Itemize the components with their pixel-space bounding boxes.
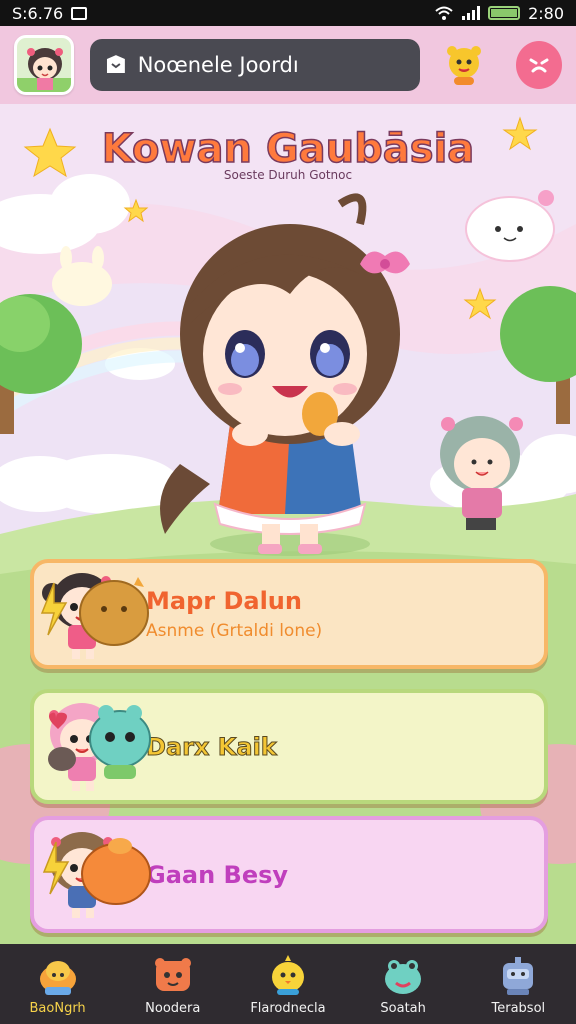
nav-label-home: BaoNgrh [29,1000,86,1016]
nav-item-home[interactable]: BaoNgrh [3,953,113,1016]
wifi-icon [435,6,453,20]
card-decor-1 [40,577,149,646]
nav-label-2: Noodera [145,1000,201,1016]
nav-label-3: Flarodnecla [250,1000,326,1016]
frog-icon [89,710,151,768]
close-icon [529,58,549,73]
card-subtitle-1: Asnme (Grtaldi lone) [146,621,323,641]
nav-item-3[interactable]: Flarodnecla [233,953,343,1016]
bear-icon [154,957,191,991]
mascot-icon [446,46,481,85]
dog-icon [48,747,76,771]
chick-icon [271,954,304,995]
game-title: Kowan Gaubāsia [101,125,475,173]
mascot-button[interactable] [442,43,486,87]
status-bar: S:6.76 2:80 [0,0,576,26]
lightning-icon [42,841,70,895]
search-bar[interactable] [89,39,420,91]
lightning-icon [40,582,68,636]
bottom-nav: BaoNgrh Noodera Flarodnecla Soatah Terab… [0,944,576,1024]
game-scene: Kowan Gaubāsia Soeste Duruh Gotnoc Mapr … [0,104,576,944]
bread-icon [79,580,149,646]
search-input[interactable] [137,53,406,77]
nav-item-5[interactable]: Terabsol [463,953,573,1016]
card-title-1: Mapr Dalun [146,587,302,615]
frog-icon [385,959,422,994]
signal-icon [462,6,481,20]
mode-card-1[interactable]: Mapr Dalun Asnme (Grtaldi lone) [30,559,548,669]
bread-icon [39,960,76,995]
game-subtitle: Soeste Duruh Gotnoc [223,168,353,182]
robot-icon [503,956,534,995]
card-decor-3 [42,838,151,905]
mode-card-3[interactable]: Gaan Besy [30,816,548,933]
status-time-right: 2:80 [528,3,564,23]
close-button[interactable] [515,41,562,89]
card-title-2: Darx Kaik [146,732,278,761]
battery-icon [488,6,521,20]
card-decor-2 [48,705,151,779]
status-time-left: S:6.76 [12,3,64,23]
journal-icon [106,55,125,73]
nav-label-4: Soatah [380,1000,426,1016]
card-title-3: Gaan Besy [146,860,289,889]
nav-item-4[interactable]: Soatah [348,953,458,1016]
nav-label-5: Terabsol [491,1000,546,1016]
photo-icon [71,6,88,20]
heart-icon [49,712,67,729]
profile-avatar[interactable] [14,35,74,95]
nav-item-2[interactable]: Noodera [118,953,228,1016]
header [0,26,576,104]
mode-card-2[interactable]: Darx Kaik [30,689,548,804]
